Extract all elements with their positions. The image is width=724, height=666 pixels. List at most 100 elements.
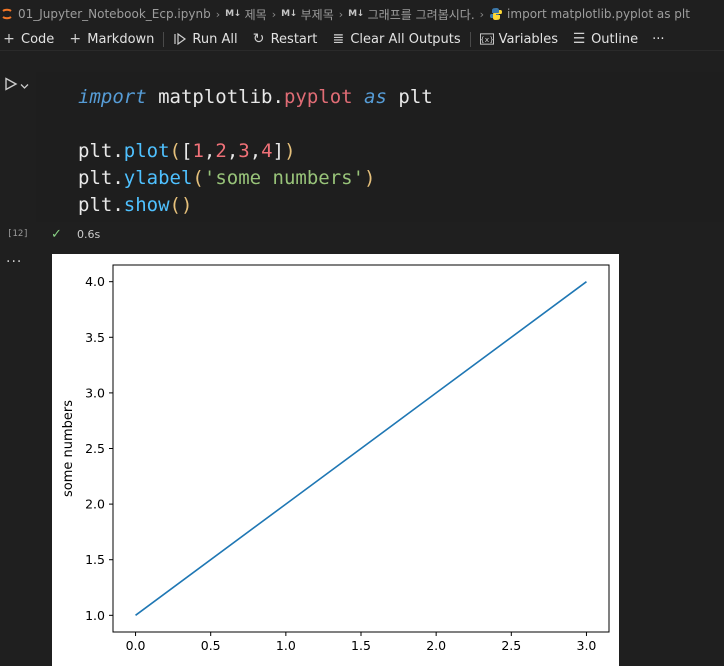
add-markdown-button[interactable]: + Markdown bbox=[61, 28, 161, 50]
variables-button[interactable]: {x} Variables bbox=[473, 28, 565, 50]
list-value: 2 bbox=[215, 140, 227, 162]
add-markdown-label: Markdown bbox=[87, 31, 155, 47]
markdown-icon: M↓ bbox=[348, 9, 364, 19]
x-tick-label: 2.5 bbox=[501, 638, 521, 653]
x-tick-label: 2.0 bbox=[426, 638, 446, 653]
plot-function: plot bbox=[123, 140, 170, 162]
x-tick-label: 0.0 bbox=[126, 638, 146, 653]
variables-label: Variables bbox=[498, 31, 559, 47]
alias-name: plt bbox=[398, 86, 433, 108]
y-tick-label: 2.0 bbox=[85, 497, 105, 512]
code-editor[interactable]: import matplotlib.pyplot as plt plt.plot… bbox=[36, 72, 724, 222]
plus-icon: + bbox=[69, 31, 82, 47]
variables-icon: {x} bbox=[479, 32, 494, 46]
list-value: 1 bbox=[192, 140, 204, 162]
outline-label: Outline bbox=[591, 31, 639, 47]
y-tick-label: 3.0 bbox=[85, 385, 105, 400]
chevron-down-icon bbox=[20, 84, 29, 89]
ylabel-string: 'some numbers' bbox=[203, 167, 365, 189]
heading-2-label: 부제목 bbox=[300, 7, 334, 22]
add-code-label: Code bbox=[21, 31, 55, 47]
y-tick-label: 1.0 bbox=[85, 608, 105, 623]
x-tick-label: 1.5 bbox=[351, 638, 371, 653]
restart-icon: ↻ bbox=[252, 31, 265, 47]
series-line bbox=[135, 281, 587, 616]
toolbar-divider bbox=[469, 31, 471, 47]
run-cell-button[interactable] bbox=[4, 76, 18, 95]
y-tick-label: 2.5 bbox=[85, 441, 105, 456]
line-chart: 0.0 0.5 1.0 1.5 2.0 2.5 3.0 1.0 1.5 2.0 2.5 3.0 3.5 4… bbox=[61, 264, 610, 653]
breadcrumb: 01_Jupyter_Notebook_Ecp.ipynb › M↓ 제목 › … bbox=[0, 0, 724, 28]
markdown-icon: M↓ bbox=[281, 9, 297, 19]
bracket: [ bbox=[181, 140, 193, 162]
outline-button[interactable]: ☰ Outline bbox=[565, 28, 645, 50]
paren: ( bbox=[169, 140, 181, 162]
markdown-icon: M↓ bbox=[225, 9, 241, 19]
jupyter-icon bbox=[2, 8, 12, 20]
alias-name: plt bbox=[78, 167, 113, 189]
breadcrumb-heading-3[interactable]: M↓ 그래프를 그려봅시다. bbox=[348, 6, 475, 23]
play-icon bbox=[5, 77, 18, 91]
module-name: matplotlib bbox=[158, 86, 273, 108]
list-value: 4 bbox=[261, 140, 273, 162]
paren: ) bbox=[364, 167, 376, 189]
add-code-button[interactable]: + Code bbox=[0, 28, 61, 50]
show-function: show bbox=[123, 194, 170, 216]
paren: ( bbox=[192, 167, 204, 189]
y-tick-label: 3.5 bbox=[85, 330, 105, 345]
x-tick-label: 0.5 bbox=[201, 638, 221, 653]
more-actions-button[interactable]: ··· bbox=[645, 28, 671, 50]
dot: . bbox=[112, 140, 124, 162]
breadcrumb-heading-2[interactable]: M↓ 부제목 bbox=[281, 6, 334, 23]
more-actions-icon: ··· bbox=[652, 31, 665, 47]
code-text: import matplotlib.pyplot as plt plt.plot… bbox=[78, 86, 433, 216]
paren: () bbox=[169, 194, 193, 216]
breadcrumb-code-cell[interactable]: import matplotlib.pyplot as plt bbox=[489, 7, 690, 21]
more-icon: ··· bbox=[6, 254, 23, 270]
import-keyword: import bbox=[78, 86, 147, 108]
dot: . bbox=[112, 194, 124, 216]
cell-run-controls bbox=[4, 76, 29, 95]
list-value: 3 bbox=[238, 140, 250, 162]
restart-label: Restart bbox=[270, 31, 318, 47]
execution-count: [12] bbox=[7, 229, 29, 239]
alias-name: plt bbox=[78, 140, 113, 162]
chevron-right-icon: › bbox=[271, 7, 277, 21]
dot: . bbox=[272, 86, 284, 108]
plus-icon: + bbox=[3, 31, 15, 47]
notebook-toolbar: + Code + Markdown Run All ↻ Restart ≣ Cl… bbox=[0, 28, 724, 51]
chevron-right-icon: › bbox=[479, 7, 485, 21]
breadcrumb-notebook[interactable]: 01_Jupyter_Notebook_Ecp.ipynb bbox=[0, 7, 211, 21]
run-all-icon bbox=[173, 32, 187, 46]
clear-all-icon: ≣ bbox=[332, 31, 345, 47]
clear-all-outputs-button[interactable]: ≣ Clear All Outputs bbox=[324, 28, 467, 50]
code-cell-label: import matplotlib.pyplot as plt bbox=[507, 7, 690, 21]
restart-button[interactable]: ↻ Restart bbox=[245, 28, 325, 50]
heading-1-label: 제목 bbox=[244, 7, 267, 22]
check-icon: ✓ bbox=[51, 226, 62, 242]
x-tick-label: 3.0 bbox=[577, 638, 597, 653]
svg-text:{x}: {x} bbox=[480, 35, 494, 44]
cell-status: [12] ✓ 0.6s bbox=[0, 224, 724, 244]
plot-output: 0.0 0.5 1.0 1.5 2.0 2.5 3.0 1.0 1.5 2.0 2.5 3.0 3.5 4… bbox=[52, 254, 619, 666]
bracket: ] bbox=[272, 140, 285, 162]
as-keyword: as bbox=[364, 86, 387, 108]
outline-icon: ☰ bbox=[572, 31, 586, 47]
dot: . bbox=[112, 167, 124, 189]
notebook-name: 01_Jupyter_Notebook_Ecp.ipynb bbox=[18, 7, 211, 21]
toolbar-divider bbox=[163, 31, 165, 47]
run-all-button[interactable]: Run All bbox=[166, 28, 244, 50]
chevron-right-icon: › bbox=[215, 7, 221, 21]
python-icon bbox=[490, 8, 503, 20]
heading-3-label: 그래프를 그려봅시다. bbox=[367, 7, 475, 22]
breadcrumb-heading-1[interactable]: M↓ 제목 bbox=[225, 6, 267, 23]
run-all-label: Run All bbox=[192, 31, 238, 47]
y-axis-label: some numbers bbox=[61, 400, 76, 497]
code-cell: import matplotlib.pyplot as plt plt.plot… bbox=[0, 72, 724, 244]
chevron-right-icon: › bbox=[338, 7, 344, 21]
paren: ) bbox=[284, 140, 296, 162]
run-options-button[interactable] bbox=[20, 76, 29, 95]
submodule-name: pyplot bbox=[283, 86, 353, 108]
output-actions-button[interactable]: ··· bbox=[6, 254, 22, 270]
y-tick-label: 4.0 bbox=[85, 274, 105, 289]
